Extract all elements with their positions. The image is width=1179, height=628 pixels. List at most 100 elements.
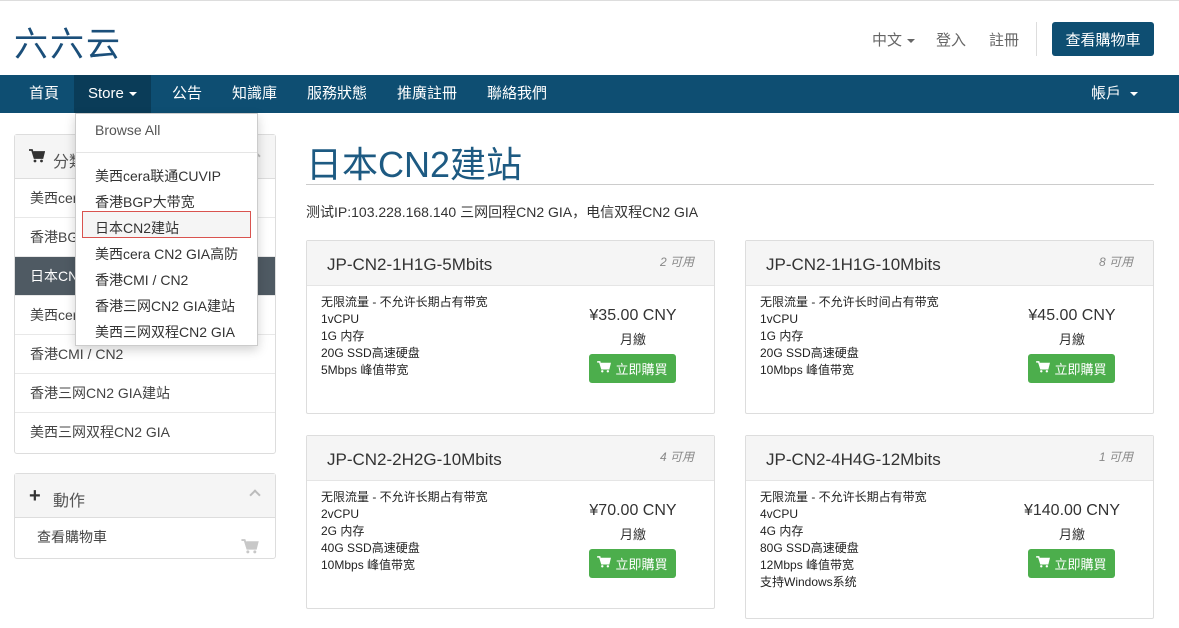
feature-line: 支持Windows系统 xyxy=(760,575,857,589)
product-features: 无限流量 - 不允许长期占有带宽 1vCPU 1G 内存 20G SSD高速硬盘… xyxy=(321,294,488,379)
shopping-cart-icon xyxy=(1036,556,1051,571)
feature-line: 20G SSD高速硬盘 xyxy=(321,346,420,360)
nav-store-label: Store xyxy=(88,85,124,102)
product-price: ¥45.00 CNY xyxy=(1028,307,1116,324)
dropdown-item-selected[interactable]: 日本CN2建站 xyxy=(95,218,179,238)
product-card: JP-CN2-4H4G-12Mbits 1 可用 无限流量 - 不允许长期占有带… xyxy=(745,435,1154,619)
chevron-down-icon xyxy=(1130,92,1139,97)
product-card-header: JP-CN2-2H2G-10Mbits 4 可用 xyxy=(307,436,714,481)
product-features: 无限流量 - 不允许长期占有带宽 4vCPU 4G 内存 80G SSD高速硬盘… xyxy=(760,489,927,591)
feature-line: 2vCPU xyxy=(321,507,360,521)
nav-knowledgebase[interactable]: 知識庫 xyxy=(218,75,291,113)
dropdown-browse-all[interactable]: Browse All xyxy=(95,122,160,138)
action-view-cart[interactable]: 查看購物車 xyxy=(15,518,275,557)
feature-line: 10Mbps 峰值带宽 xyxy=(760,363,855,377)
nav-account[interactable]: 帳戶 xyxy=(1077,75,1152,113)
product-availability: 8 可用 xyxy=(1098,255,1133,269)
feature-line: 12Mbps 峰值带宽 xyxy=(760,558,855,572)
feature-line: 1G 内存 xyxy=(760,329,804,343)
feature-line: 2G 内存 xyxy=(321,524,365,538)
dropdown-divider xyxy=(76,152,257,153)
product-card-header: JP-CN2-4H4G-12Mbits 1 可用 xyxy=(746,436,1153,481)
chevron-up-icon[interactable] xyxy=(249,489,261,501)
order-now-label: 立即購買 xyxy=(615,557,668,572)
feature-line: 40G SSD高速硬盘 xyxy=(321,541,420,555)
product-features: 无限流量 - 不允许长时间占有带宽 1vCPU 1G 内存 20G SSD高速硬… xyxy=(760,294,939,379)
view-cart-button[interactable]: 查看購物車 xyxy=(1052,22,1154,56)
product-name: JP-CN2-4H4G-12Mbits xyxy=(766,450,941,469)
feature-line: 20G SSD高速硬盘 xyxy=(760,346,859,360)
language-selector[interactable]: 中文 xyxy=(872,29,916,50)
shopping-cart-icon xyxy=(241,530,259,569)
plus-icon: + xyxy=(29,485,41,507)
billing-cycle: 月繳 xyxy=(1058,332,1085,347)
feature-line: 1G 内存 xyxy=(321,329,365,343)
shopping-cart-icon xyxy=(1036,361,1051,376)
dropdown-item[interactable]: 香港三网CN2 GIA建站 xyxy=(95,296,235,316)
order-now-button[interactable]: 立即購買 xyxy=(1028,354,1115,383)
product-card: JP-CN2-2H2G-10Mbits 4 可用 无限流量 - 不允许长期占有带… xyxy=(306,435,715,609)
nav-affiliates[interactable]: 推廣註冊 xyxy=(383,75,471,113)
feature-line: 1vCPU xyxy=(760,312,799,326)
feature-line: 4vCPU xyxy=(760,507,799,521)
feature-line: 1vCPU xyxy=(321,312,360,326)
product-price: ¥140.00 CNY xyxy=(1023,502,1121,519)
order-now-label: 立即購買 xyxy=(615,362,668,377)
nav-home[interactable]: 首頁 xyxy=(15,75,73,113)
header-divider xyxy=(1036,22,1037,56)
register-link[interactable]: 註冊 xyxy=(989,29,1019,50)
order-now-label: 立即購買 xyxy=(1054,557,1107,572)
nav-store[interactable]: Store xyxy=(74,75,151,113)
page-description: 测试IP:103.228.168.140 三网回程CN2 GIA，电信双程CN2… xyxy=(306,204,699,220)
product-card: JP-CN2-1H1G-10Mbits 8 可用 无限流量 - 不允许长时间占有… xyxy=(745,240,1154,414)
order-now-button[interactable]: 立即購買 xyxy=(589,549,676,578)
product-price: ¥35.00 CNY xyxy=(589,307,677,324)
login-link[interactable]: 登入 xyxy=(936,29,966,50)
site-header: 六六云 中文 登入 註冊 查看購物車 xyxy=(0,0,1179,75)
dropdown-item[interactable]: 美西cera联通CUVIP xyxy=(95,166,221,186)
dropdown-item[interactable]: 香港BGP大带宽 xyxy=(95,192,195,212)
page-title: 日本CN2建站 xyxy=(306,144,523,185)
feature-line: 无限流量 - 不允许长期占有带宽 xyxy=(760,490,927,504)
billing-cycle: 月繳 xyxy=(619,332,646,347)
nav-contact[interactable]: 聯絡我們 xyxy=(473,75,561,113)
product-name: JP-CN2-1H1G-10Mbits xyxy=(766,255,941,274)
order-now-button[interactable]: 立即購買 xyxy=(589,354,676,383)
nav-account-label: 帳戶 xyxy=(1091,85,1122,102)
actions-panel: + 動作 查看購物車 xyxy=(14,473,276,559)
dropdown-item[interactable]: 美西三网双程CN2 GIA xyxy=(95,322,235,342)
feature-line: 80G SSD高速硬盘 xyxy=(760,541,859,555)
language-label: 中文 xyxy=(872,32,903,49)
site-logo[interactable]: 六六云 xyxy=(14,17,122,66)
shopping-cart-icon xyxy=(597,361,612,376)
dropdown-item[interactable]: 美西cera CN2 GIA高防 xyxy=(95,244,238,264)
category-item[interactable]: 美西三网双程CN2 GIA xyxy=(15,413,275,452)
product-features: 无限流量 - 不允许长期占有带宽 2vCPU 2G 内存 40G SSD高速硬盘… xyxy=(321,489,488,574)
title-divider xyxy=(306,184,1154,185)
actions-panel-header[interactable]: + 動作 xyxy=(15,474,275,518)
product-price: ¥70.00 CNY xyxy=(589,502,677,519)
product-name: JP-CN2-1H1G-5Mbits xyxy=(327,255,493,274)
nav-announcements[interactable]: 公告 xyxy=(158,75,216,113)
shopping-cart-icon xyxy=(597,556,612,571)
product-card-header: JP-CN2-1H1G-5Mbits 2 可用 xyxy=(307,241,714,286)
category-item[interactable]: 香港三网CN2 GIA建站 xyxy=(15,374,275,413)
product-availability: 4 可用 xyxy=(659,450,694,464)
billing-cycle: 月繳 xyxy=(1058,527,1085,542)
product-card-header: JP-CN2-1H1G-10Mbits 8 可用 xyxy=(746,241,1153,286)
billing-cycle: 月繳 xyxy=(619,527,646,542)
nav-network-status[interactable]: 服務狀態 xyxy=(293,75,381,113)
order-now-label: 立即購買 xyxy=(1054,362,1107,377)
product-card: JP-CN2-1H1G-5Mbits 2 可用 无限流量 - 不允许长期占有带宽… xyxy=(306,240,715,414)
actions-title: 動作 xyxy=(53,493,86,510)
feature-line: 无限流量 - 不允许长时间占有带宽 xyxy=(760,295,939,309)
main-navbar: 首頁 Store 公告 知識庫 服務狀態 推廣註冊 聯絡我們 帳戶 xyxy=(0,75,1179,113)
feature-line: 10Mbps 峰值带宽 xyxy=(321,558,416,572)
product-name: JP-CN2-2H2G-10Mbits xyxy=(327,450,502,469)
action-view-cart-label: 查看購物車 xyxy=(37,529,107,545)
order-now-button[interactable]: 立即購買 xyxy=(1028,549,1115,578)
feature-line: 5Mbps 峰值带宽 xyxy=(321,363,409,377)
chevron-down-icon xyxy=(128,92,137,97)
feature-line: 无限流量 - 不允许长期占有带宽 xyxy=(321,490,488,504)
dropdown-item[interactable]: 香港CMI / CN2 xyxy=(95,270,188,290)
